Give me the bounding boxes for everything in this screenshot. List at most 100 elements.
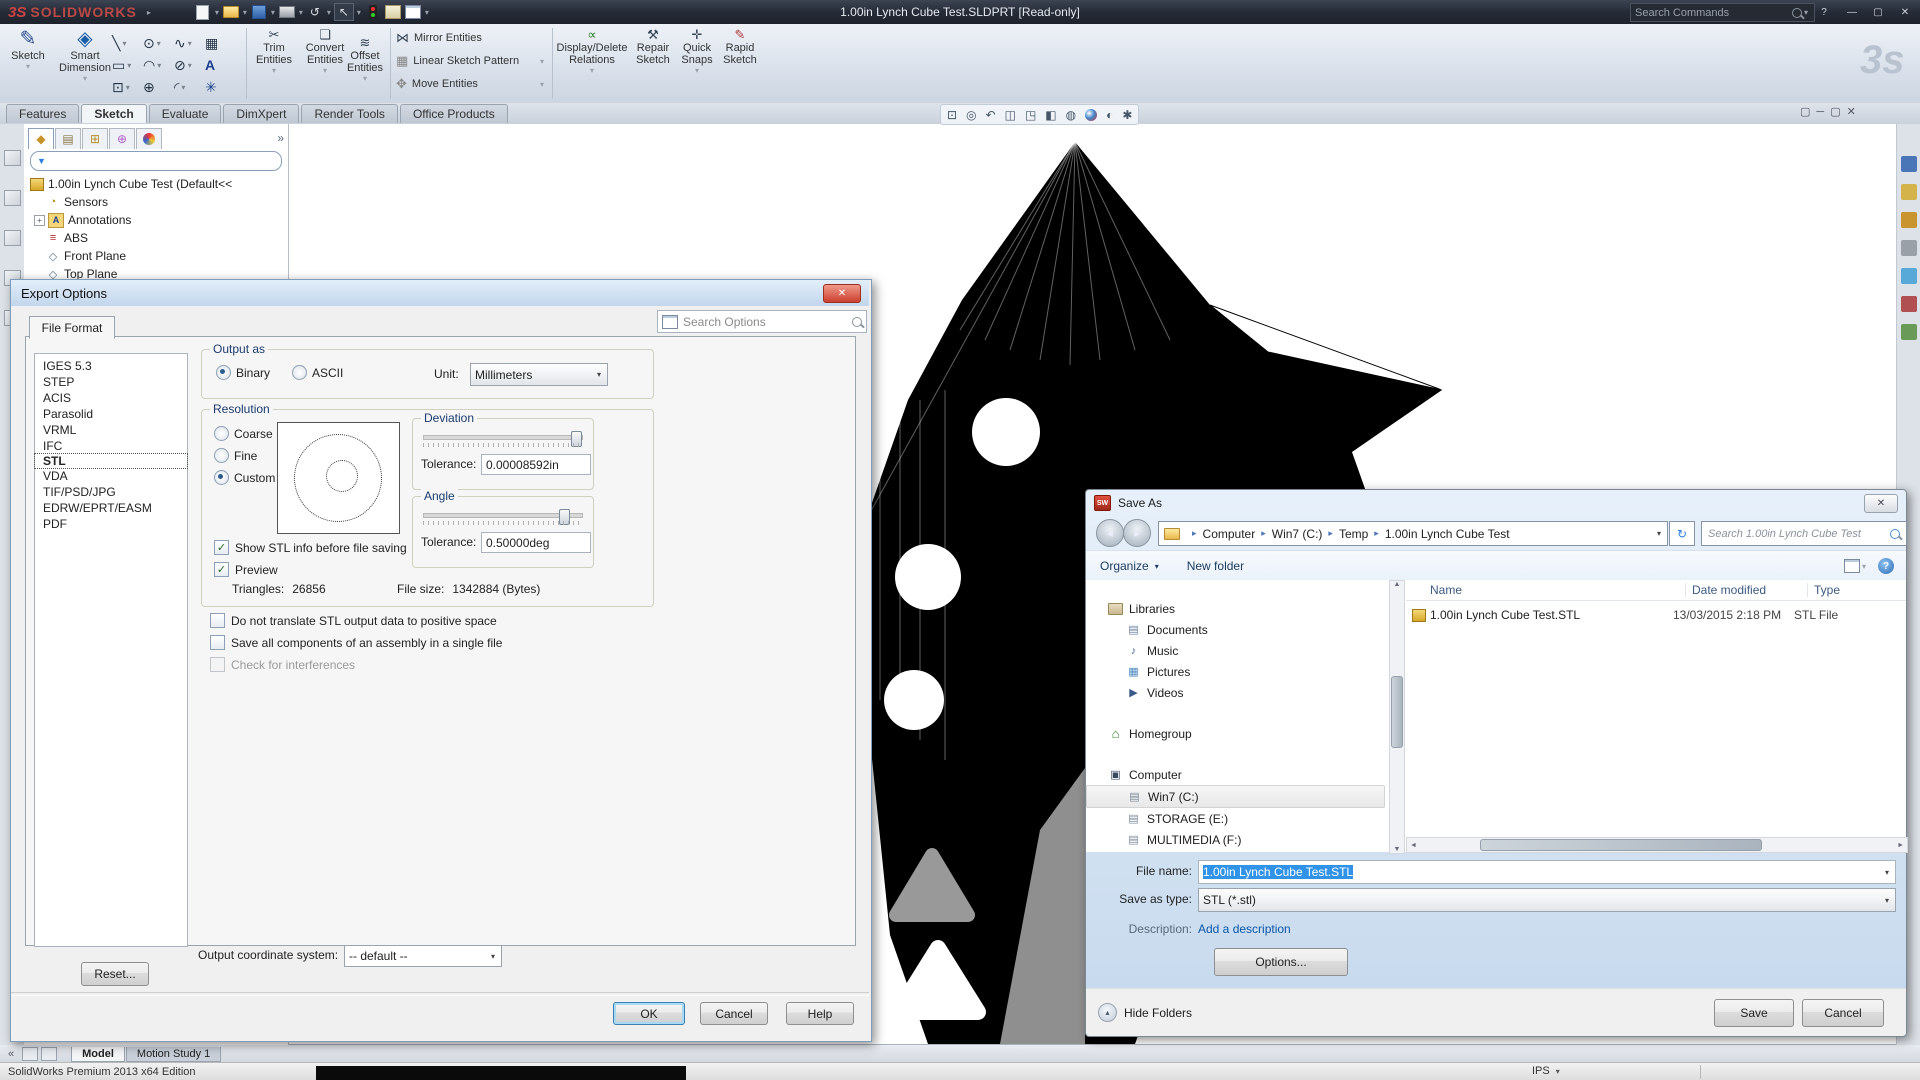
model-tab[interactable]: Model bbox=[71, 1047, 125, 1062]
view-cube-icon[interactable] bbox=[4, 150, 21, 166]
no-translate-checkbox[interactable]: Do not translate STL output data to posi… bbox=[210, 613, 497, 628]
pane-extra-icon[interactable] bbox=[1901, 324, 1917, 340]
unit-dropdown[interactable]: Millimeters▾ bbox=[470, 363, 608, 386]
single-file-checkbox[interactable]: Save all components of an assembly in a … bbox=[210, 635, 502, 650]
featuremanager-tree-tab[interactable]: ◆ bbox=[28, 128, 54, 149]
nav-videos[interactable]: ▶Videos bbox=[1086, 682, 1389, 703]
angle-slider[interactable] bbox=[423, 513, 583, 518]
format-item[interactable]: ACIS bbox=[35, 390, 187, 406]
toolbox-icon[interactable] bbox=[1901, 240, 1917, 256]
dimxpertmanager-tab[interactable]: ⊕ bbox=[109, 128, 135, 149]
export-dialog-titlebar[interactable]: Export Options ✕ bbox=[11, 280, 869, 306]
breadcrumb-bar[interactable]: ▸Computer ▸Win7 (C:) ▸Temp ▸1.00in Lynch… bbox=[1158, 521, 1668, 546]
displaymanager-tab[interactable] bbox=[136, 128, 162, 149]
preview-checkbox[interactable]: ✓Preview bbox=[214, 562, 278, 577]
scroll-left-icon[interactable]: ◄ bbox=[1407, 842, 1420, 849]
file-list-hscrollbar[interactable]: ◄ ► bbox=[1406, 837, 1908, 853]
column-date-modified[interactable]: Date modified bbox=[1686, 583, 1808, 597]
format-item[interactable]: EDRW/EPRT/EASM bbox=[35, 500, 187, 516]
export-dialog-close-icon[interactable]: ✕ bbox=[823, 284, 861, 303]
tree-item-sensors[interactable]: ◔ Sensors bbox=[30, 193, 288, 211]
hide-folders-button[interactable]: ▴ Hide Folders bbox=[1098, 1003, 1192, 1022]
breadcrumb-folder[interactable]: 1.00in Lynch Cube Test bbox=[1385, 527, 1510, 541]
format-list[interactable]: IGES 5.3 STEP ACIS Parasolid VRML IFC ST… bbox=[34, 353, 188, 947]
format-item[interactable]: VRML bbox=[35, 422, 187, 438]
nav-scrollbar[interactable]: ▲ ▼ bbox=[1389, 580, 1405, 854]
save-button[interactable]: Save bbox=[1714, 999, 1794, 1027]
save-dialog-titlebar[interactable]: SW Save As ✕ bbox=[1086, 490, 1906, 516]
breadcrumb-temp[interactable]: Temp bbox=[1339, 527, 1368, 541]
column-name[interactable]: Name bbox=[1406, 583, 1686, 597]
nav-drive-multimedia[interactable]: ▤MULTIMEDIA (F:) bbox=[1086, 829, 1389, 850]
cancel-button[interactable]: Cancel bbox=[700, 1002, 768, 1025]
nav-homegroup[interactable]: ⌂Homegroup bbox=[1086, 723, 1389, 744]
solidworks-resources-icon[interactable] bbox=[1901, 156, 1917, 172]
refresh-icon[interactable]: ↻ bbox=[1669, 521, 1695, 546]
add-description-link[interactable]: Add a description bbox=[1198, 922, 1291, 936]
propertymanager-tab[interactable]: ▤ bbox=[55, 128, 81, 149]
file-explorer-icon[interactable] bbox=[1901, 212, 1917, 228]
nav-music[interactable]: ♪Music bbox=[1086, 640, 1389, 661]
output-coord-dropdown[interactable]: -- default --▾ bbox=[344, 945, 502, 967]
hscrollbar-thumb[interactable] bbox=[1480, 839, 1762, 851]
breadcrumb-dropdown[interactable]: ▾ bbox=[1657, 529, 1661, 538]
nav-drive-win7[interactable]: ▤Win7 (C:) bbox=[1086, 785, 1385, 808]
deviation-tolerance-input[interactable]: 0.00008592in bbox=[481, 454, 591, 475]
scrollbar-thumb[interactable] bbox=[1391, 676, 1403, 748]
save-as-type-dropdown[interactable]: STL (*.stl) ▾ bbox=[1198, 888, 1896, 912]
save-search-input[interactable]: Search 1.00in Lynch Cube Test bbox=[1701, 521, 1907, 546]
panel-expand-icon[interactable]: » bbox=[277, 131, 284, 145]
custom-properties-icon[interactable] bbox=[1901, 296, 1917, 312]
search-icon[interactable] bbox=[1890, 529, 1900, 539]
format-item[interactable]: Parasolid bbox=[35, 406, 187, 422]
file-row[interactable]: 1.00in Lynch Cube Test.STL 13/03/2015 2:… bbox=[1406, 605, 1906, 625]
save-cancel-button[interactable]: Cancel bbox=[1802, 999, 1884, 1027]
save-dialog-close-icon[interactable]: ✕ bbox=[1864, 494, 1898, 513]
coarse-radio[interactable]: Coarse bbox=[214, 426, 273, 441]
scroll-down-icon[interactable]: ▼ bbox=[1390, 846, 1404, 853]
column-type[interactable]: Type bbox=[1808, 583, 1840, 597]
show-stl-info-checkbox[interactable]: ✓Show STL info before file saving bbox=[214, 540, 407, 555]
tree-item-annotations[interactable]: + A Annotations bbox=[30, 211, 288, 229]
tree-filter-input[interactable]: ▼ bbox=[30, 151, 282, 171]
export-search-options-input[interactable]: Search Options bbox=[657, 310, 867, 333]
custom-radio[interactable]: Custom bbox=[214, 470, 275, 485]
back-button[interactable]: ◂ bbox=[1096, 519, 1124, 547]
split-view-icon[interactable] bbox=[41, 1047, 57, 1061]
breadcrumb-computer[interactable]: Computer bbox=[1203, 527, 1256, 541]
ok-button[interactable]: OK bbox=[613, 1002, 685, 1025]
tree-item-front-plane[interactable]: ◇ Front Plane bbox=[30, 247, 288, 265]
stl-options-button[interactable]: Options... bbox=[1214, 948, 1348, 976]
format-item-selected[interactable]: STL bbox=[35, 454, 187, 468]
organize-button[interactable]: Organize▾ bbox=[1100, 559, 1161, 573]
view-cube-icon[interactable] bbox=[4, 230, 21, 246]
design-library-icon[interactable] bbox=[1901, 184, 1917, 200]
tree-root-item[interactable]: 1.00in Lynch Cube Test (Default<< bbox=[30, 175, 288, 193]
nav-documents[interactable]: ▤Documents bbox=[1086, 619, 1389, 640]
expand-plus-icon[interactable]: + bbox=[34, 215, 45, 226]
help-button[interactable]: Help bbox=[786, 1002, 854, 1025]
tab-scroll-icon[interactable]: « bbox=[8, 1048, 14, 1060]
split-view-icon[interactable] bbox=[22, 1047, 38, 1061]
angle-tolerance-input[interactable]: 0.50000deg bbox=[481, 532, 591, 553]
scroll-up-icon[interactable]: ▲ bbox=[1390, 581, 1404, 588]
nav-pictures[interactable]: ▦Pictures bbox=[1086, 661, 1389, 682]
nav-drive-storage[interactable]: ▤STORAGE (E:) bbox=[1086, 808, 1389, 829]
nav-computer[interactable]: ▣Computer bbox=[1086, 764, 1389, 785]
format-item[interactable]: TIF/PSD/JPG bbox=[35, 484, 187, 500]
file-format-tab[interactable]: File Format bbox=[29, 316, 115, 339]
deviation-slider[interactable] bbox=[423, 435, 583, 440]
format-item[interactable]: STEP bbox=[35, 374, 187, 390]
format-item[interactable]: PDF bbox=[35, 516, 187, 532]
new-folder-button[interactable]: New folder bbox=[1187, 559, 1244, 573]
binary-radio[interactable]: Binary bbox=[216, 365, 270, 380]
fine-radio[interactable]: Fine bbox=[214, 448, 257, 463]
units-indicator[interactable]: IPS ▾ bbox=[1532, 1065, 1562, 1077]
motion-study-tab[interactable]: Motion Study 1 bbox=[126, 1047, 221, 1062]
tree-item-material[interactable]: ≡ ABS bbox=[30, 229, 288, 247]
format-item[interactable]: IFC bbox=[35, 438, 187, 454]
ascii-radio[interactable]: ASCII bbox=[292, 365, 343, 380]
search-icon[interactable] bbox=[852, 317, 862, 327]
file-name-input[interactable]: 1.00in Lynch Cube Test.STL ▾ bbox=[1198, 860, 1896, 884]
forward-button[interactable]: ▸ bbox=[1123, 519, 1151, 547]
